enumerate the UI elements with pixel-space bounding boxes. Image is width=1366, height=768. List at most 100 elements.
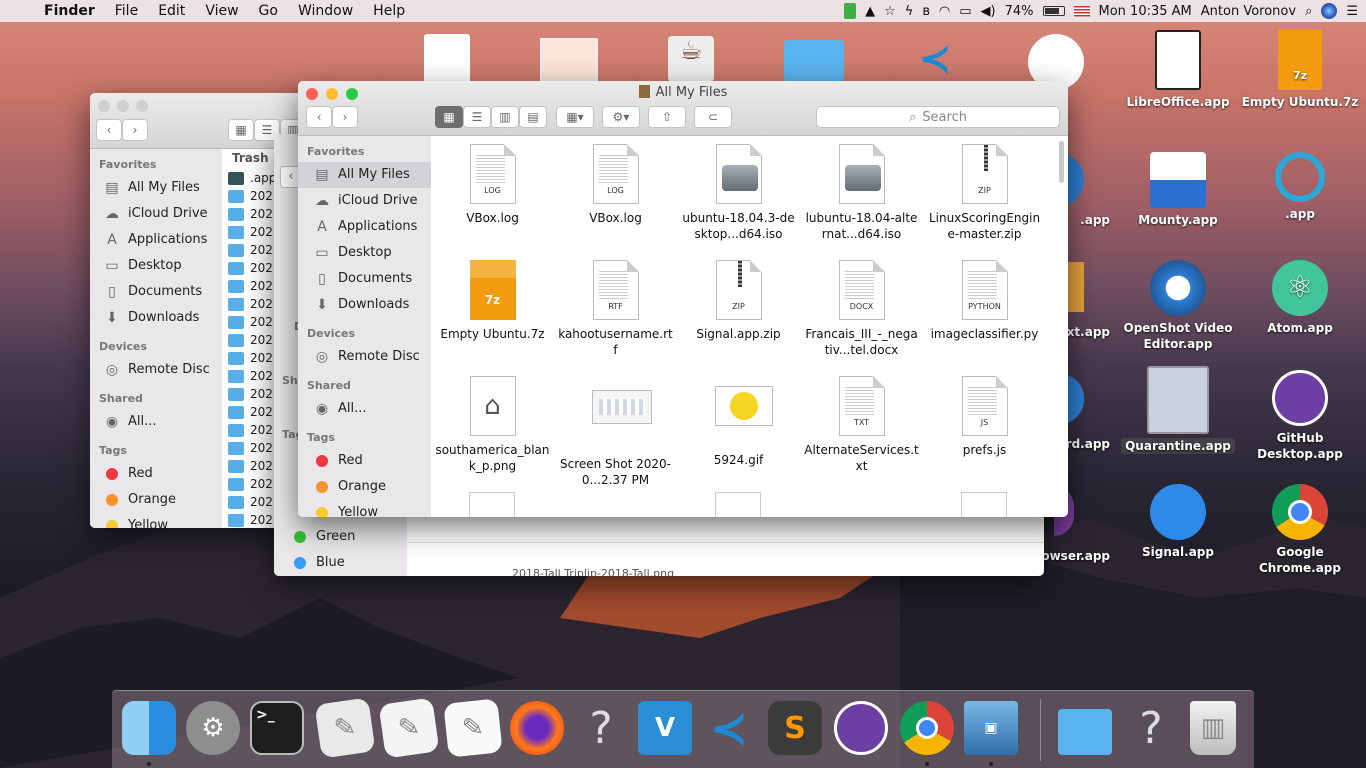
file-item[interactable]: DOCX Francais_III_-_negativ...tel.docx — [800, 260, 923, 358]
dock-vmware-icon[interactable]: V — [638, 701, 692, 755]
menu-file[interactable]: File — [105, 3, 148, 19]
flash-icon[interactable]: ϟ — [905, 4, 914, 19]
sidebar-item-shared-all[interactable]: ◉ All... — [90, 409, 222, 435]
sidebar-item-applications[interactable]: A Applications — [90, 227, 222, 253]
back-button[interactable]: ‹ — [96, 119, 122, 141]
battery-percent[interactable]: 74% — [1005, 4, 1034, 19]
desktop-icon-signal[interactable]: Signal.app — [1118, 484, 1238, 560]
search-field[interactable]: ⌕ Search — [816, 106, 1060, 128]
dock-textedit-icon[interactable]: ✎ — [378, 697, 440, 759]
desktop-folder-icon[interactable] — [784, 40, 844, 82]
tag-button[interactable]: ⊂ — [694, 106, 732, 128]
sidebar-item-desktop[interactable]: ▭ Desktop — [90, 253, 222, 279]
sidebar-item-icloud[interactable]: ☁ iCloud Drive — [90, 201, 222, 227]
file-item[interactable]: LOG VBox.log — [554, 144, 677, 226]
dock-system-preferences-icon[interactable]: ⚙ — [186, 701, 240, 755]
battery-icon[interactable] — [1042, 6, 1065, 16]
menu-window[interactable]: Window — [288, 3, 363, 19]
file-item[interactable]: RTF kahootusername.rtf — [554, 260, 677, 358]
desktop-icon-atom[interactable]: ⚛ Atom.app — [1240, 260, 1360, 336]
minimize-button[interactable] — [117, 100, 129, 112]
scrollbar[interactable] — [1059, 141, 1064, 183]
sidebar-item-icloud[interactable]: ☁ iCloud Drive — [298, 188, 431, 214]
document-icon[interactable] — [715, 492, 761, 517]
file-item[interactable]: ZIP LinuxScoringEngine-master.zip — [923, 144, 1046, 242]
cover-flow-button[interactable]: ▤ — [519, 106, 547, 128]
dock-chrome-icon[interactable] — [900, 701, 954, 755]
file-item[interactable]: PYTHON imageclassifier.py — [923, 260, 1046, 342]
desktop-icon-libreoffice[interactable]: LibreOffice.app — [1118, 30, 1238, 110]
menu-view[interactable]: View — [195, 3, 248, 19]
file-item[interactable]: lubuntu-18.04-alternat...d64.iso — [800, 144, 923, 242]
siri-icon[interactable] — [1321, 3, 1338, 19]
tag-orange[interactable]: Orange — [90, 487, 222, 513]
notification-center-icon[interactable]: ☰ — [1346, 4, 1358, 19]
arrange-button[interactable]: ▦▾ — [556, 106, 594, 128]
sidebar-item-shared-all[interactable]: ◉ All... — [298, 396, 431, 422]
share-button[interactable]: ⇧ — [648, 106, 686, 128]
dock-trash-icon[interactable]: ▥ — [1190, 701, 1236, 755]
tag-green[interactable]: Green — [274, 524, 355, 550]
clock[interactable]: Mon 10:35 AM — [1099, 4, 1192, 19]
desktop-icon-chrome[interactable]: Google Chrome.app — [1240, 484, 1360, 576]
file-item[interactable]: LOG VBox.log — [431, 144, 554, 226]
volume-icon[interactable]: ◀) — [981, 4, 996, 19]
file-item[interactable]: ubuntu-18.04.3-desktop...d64.iso — [677, 144, 800, 242]
dock-firefox-icon[interactable] — [510, 701, 564, 755]
dock-vscode-icon[interactable]: ≺ — [702, 701, 756, 755]
desktop-file-icon[interactable] — [424, 34, 470, 84]
tag-orange[interactable]: Orange — [298, 474, 431, 500]
desktop-icon-dotapp[interactable]: .app — [1240, 152, 1360, 222]
zoom-button[interactable] — [136, 100, 148, 112]
dock-script-editor-icon[interactable]: ✎ — [314, 697, 376, 759]
tag-blue[interactable]: Blue — [274, 550, 345, 576]
action-gear-button[interactable]: ⚙▾ — [602, 106, 640, 128]
forward-button[interactable]: › — [122, 119, 148, 141]
airplay-icon[interactable]: ▭ — [959, 4, 971, 19]
dock-unknown-stack-icon[interactable]: ? — [1124, 701, 1178, 755]
desktop-icon-github[interactable]: GitHub Desktop.app — [1240, 370, 1360, 462]
tag-yellow[interactable]: Yellow — [90, 513, 222, 528]
dock-terminal-icon[interactable]: >_ — [250, 701, 304, 755]
battery-app-icon[interactable] — [844, 3, 857, 19]
bluetooth-icon[interactable]: ʙ — [922, 4, 930, 19]
desktop-icon-openshot[interactable]: OpenShot Video Editor.app — [1118, 260, 1238, 352]
tag-red[interactable]: Red — [298, 448, 431, 474]
dock-github-icon[interactable] — [834, 701, 888, 755]
desktop-icon-empty-ubuntu[interactable]: 7z Empty Ubuntu.7z — [1240, 30, 1360, 110]
sidebar-item-all-my-files[interactable]: ▤ All My Files — [90, 175, 222, 201]
document-icon[interactable] — [961, 492, 1007, 517]
dock-folder-icon[interactable] — [1058, 709, 1112, 755]
file-item[interactable]: ⌂ southamerica_blank_p.png — [431, 376, 554, 474]
dock-finder-icon[interactable] — [122, 701, 176, 755]
back-button[interactable]: ‹ — [306, 106, 332, 128]
sidebar-item-documents[interactable]: ▯ Documents — [298, 266, 431, 292]
sidebar-item-remote-disc[interactable]: ◎ Remote Disc — [90, 357, 222, 383]
forward-button[interactable]: › — [332, 106, 358, 128]
dock-virtualbox-icon[interactable]: ▣ — [964, 701, 1018, 755]
sidebar-item-remote-disc[interactable]: ◎ Remote Disc — [298, 344, 431, 370]
menu-help[interactable]: Help — [363, 3, 415, 19]
menu-app-name[interactable]: Finder — [40, 3, 105, 19]
tag-red[interactable]: Red — [90, 461, 222, 487]
desktop-coffee-icon[interactable]: ☕ — [668, 36, 714, 82]
dock-textedit-2-icon[interactable]: ✎ — [443, 698, 503, 758]
sidebar-item-desktop[interactable]: ▭ Desktop — [298, 240, 431, 266]
star-icon[interactable]: ☆ — [884, 4, 896, 19]
file-item[interactable]: 7z Empty Ubuntu.7z — [431, 260, 554, 342]
icon-view-button[interactable]: ▦ — [228, 119, 254, 141]
menu-go[interactable]: Go — [249, 3, 288, 19]
dock-sublime-icon[interactable]: S — [768, 701, 822, 755]
file-item[interactable]: Screen Shot 2020-0...2.37 PM — [554, 376, 677, 488]
tag-yellow[interactable]: Yellow — [298, 500, 431, 517]
dock-unknown-app-icon[interactable]: ? — [574, 701, 628, 755]
sidebar-item-all-my-files[interactable]: ▤ All My Files — [298, 162, 431, 188]
file-item[interactable]: TXT AlternateServices.txt — [800, 376, 923, 474]
user-name[interactable]: Anton Voronov — [1201, 4, 1296, 19]
file-item[interactable]: ZIP Signal.app.zip — [677, 260, 800, 342]
spotlight-search-icon[interactable]: ⌕ — [1305, 4, 1312, 19]
sidebar-item-documents[interactable]: ▯ Documents — [90, 279, 222, 305]
menu-edit[interactable]: Edit — [148, 3, 195, 19]
sidebar-item-applications[interactable]: A Applications — [298, 214, 431, 240]
list-view-button[interactable]: ☰ — [463, 106, 491, 128]
